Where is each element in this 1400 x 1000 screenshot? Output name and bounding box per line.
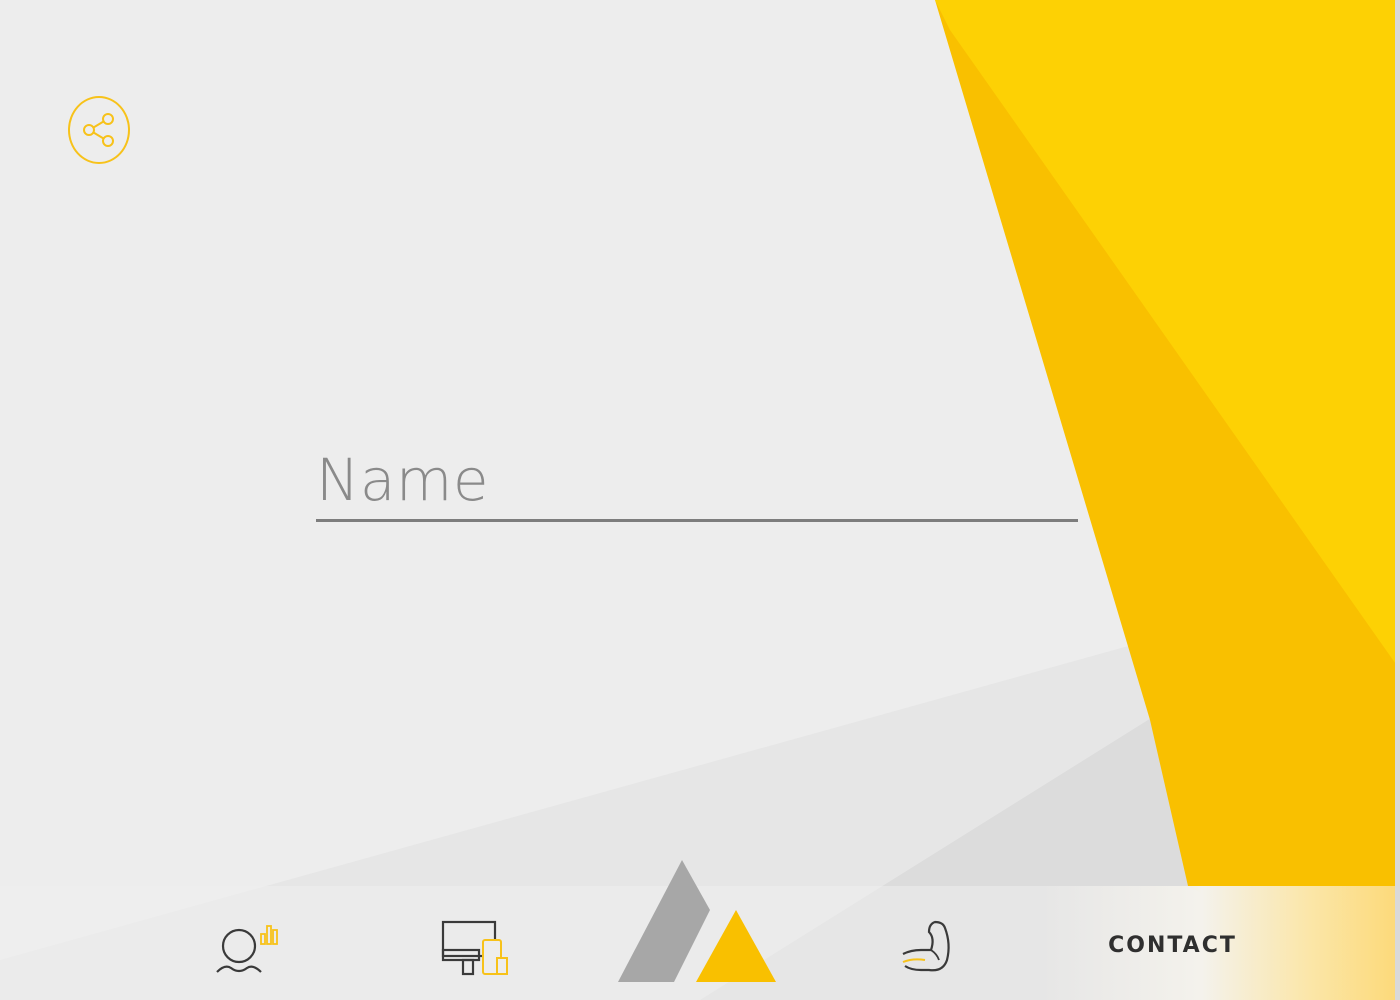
- share-button[interactable]: [68, 96, 130, 164]
- profile-stats-icon: [216, 925, 278, 973]
- devices-icon: [441, 920, 508, 976]
- nav-item-logo[interactable]: [612, 858, 782, 986]
- logo-icon: [618, 860, 776, 982]
- window-edge: [1395, 0, 1400, 1000]
- name-input[interactable]: [316, 440, 1078, 522]
- nav-item-devices[interactable]: [430, 905, 520, 985]
- share-icon: [83, 113, 114, 147]
- nav-item-contact[interactable]: CONTACT: [1040, 886, 1400, 1000]
- nav-item-profile[interactable]: [200, 905, 290, 985]
- name-field-wrapper: [316, 440, 1078, 522]
- nav-item-strength[interactable]: [880, 905, 970, 985]
- page: CONTACT: [0, 0, 1400, 1000]
- flexed-arm-icon: [902, 920, 950, 972]
- contact-label: CONTACT: [1108, 932, 1237, 958]
